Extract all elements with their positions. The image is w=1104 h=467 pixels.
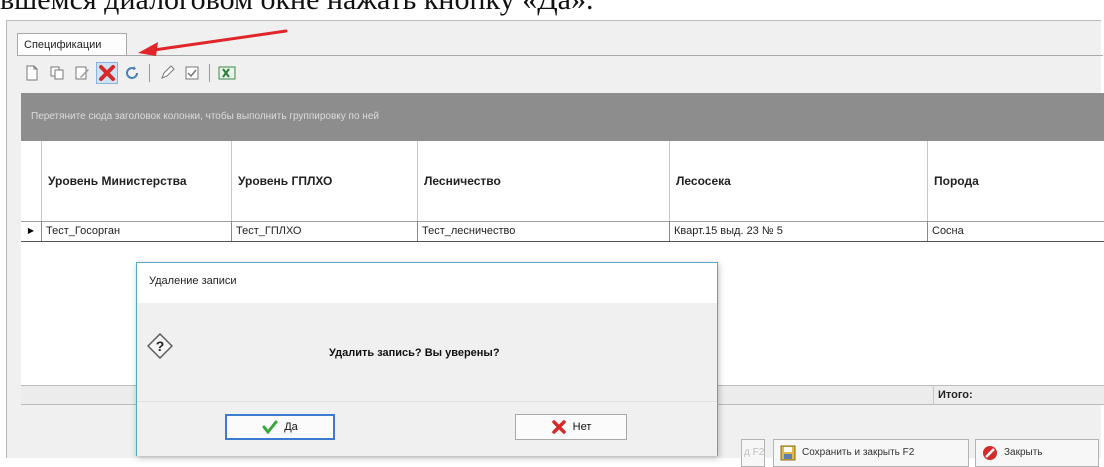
copy-button[interactable] [46,62,68,84]
no-button[interactable]: Нет [515,414,627,440]
checkbox-icon [185,66,199,80]
question-icon: ? [147,333,173,359]
dialog-message: Удалить запись? Вы уверены? [329,347,500,359]
excel-export-icon [218,66,236,80]
excel-export-button[interactable] [216,62,238,84]
group-by-panel[interactable]: Перетяните сюда заголовок колонки, чтобы… [21,93,1104,141]
cell-species[interactable]: Сосна [927,221,1104,241]
cell-ministry[interactable]: Тест_Госорган [41,221,231,241]
refresh-icon [126,66,138,79]
column-header-gplho[interactable]: Уровень ГПЛХО [231,141,417,221]
edit-icon [75,66,89,80]
dialog-titlebar[interactable]: Удаление записи [137,263,717,303]
dialog-body: ? Удалить запись? Вы уверены? [137,303,717,401]
column-header-species[interactable]: Порода [927,141,1104,221]
checkbox-button[interactable] [181,62,203,84]
checkmark-icon [262,420,278,434]
cell-forestry[interactable]: Тест_лесничество [417,221,669,241]
yes-button-label: Да [284,421,298,433]
no-button-label: Нет [572,421,592,433]
toolbar-separator [209,64,210,82]
close-button[interactable]: Закрыть [975,439,1099,467]
pencil-button[interactable] [156,62,178,84]
table-row[interactable]: ▶ Тест_Госорган Тест_ГПЛХО Тест_лесничес… [21,221,1104,242]
edit-button[interactable] [71,62,93,84]
cell-gplho[interactable]: Тест_ГПЛХО [231,221,417,241]
partially-hidden-button[interactable]: д F2 [741,439,765,467]
svg-text:?: ? [156,338,165,354]
current-row-indicator-icon: ▶ [27,226,35,235]
cancel-icon [551,420,566,434]
column-header-forestry[interactable]: Лесничество [417,141,669,221]
delete-record-dialog: Удаление записи ? Удалить запись? Вы уве… [136,262,718,456]
delete-button[interactable] [96,62,118,84]
save-and-close-label: Сохранить и закрыть F2 [802,447,915,458]
delete-icon [99,65,115,81]
new-document-button[interactable] [21,62,43,84]
close-label: Закрыть [1004,447,1043,458]
column-header-cutting-area[interactable]: Лесосека [669,141,927,221]
save-and-close-button[interactable]: Сохранить и закрыть F2 [773,439,969,467]
close-icon [983,446,997,460]
copy-icon [50,66,64,80]
new-document-icon [26,65,38,81]
document-text-line: вшемся диалоговом окне нажать кнопку «Да… [0,0,1104,20]
yes-button[interactable]: Да [225,414,335,440]
pencil-icon [161,65,175,79]
dialog-title: Удаление записи [149,275,237,287]
toolbar [21,61,238,85]
partially-hidden-button-label: д F2 [744,447,765,458]
tab-specifications[interactable]: Спецификации [17,33,127,55]
grid-header: Уровень Министерства Уровень ГПЛХО Лесни… [21,141,1104,222]
toolbar-separator [149,64,150,82]
refresh-button[interactable] [121,62,143,84]
totals-label: Итого: [933,386,973,404]
column-header-ministry[interactable]: Уровень Министерства [41,141,231,221]
dialog-footer: Да Нет [137,401,717,456]
save-icon [780,445,796,461]
cell-cutting-area[interactable]: Кварт.15 выд. 23 № 5 [669,221,927,241]
tab-divider [17,55,1103,56]
